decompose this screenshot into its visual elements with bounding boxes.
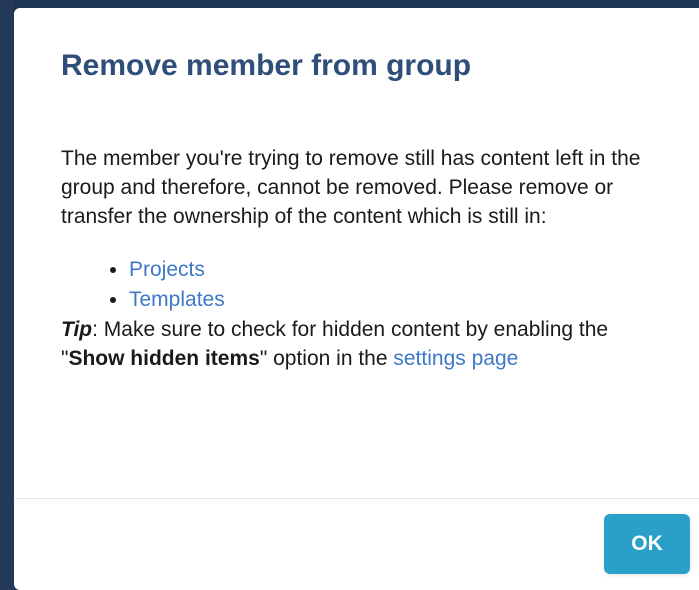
list-item: Projects bbox=[129, 255, 671, 285]
footer-divider bbox=[14, 498, 699, 499]
modal-backdrop bbox=[0, 0, 14, 590]
settings-page-link[interactable]: settings page bbox=[393, 347, 518, 370]
show-hidden-items-option: Show hidden items bbox=[68, 347, 260, 370]
content-location-list: Projects Templates bbox=[61, 255, 671, 315]
list-item: Templates bbox=[129, 285, 671, 315]
ok-button[interactable]: OK bbox=[604, 514, 690, 574]
dialog-title: Remove member from group bbox=[61, 49, 472, 82]
dialog-message: The member you're trying to remove still… bbox=[61, 147, 641, 228]
tip-text: Tip: Make sure to check for hidden conte… bbox=[61, 315, 671, 373]
tip-text-after: " option in the bbox=[259, 347, 394, 370]
templates-link[interactable]: Templates bbox=[129, 288, 225, 311]
dialog-body: The member you're trying to remove still… bbox=[61, 144, 671, 373]
projects-link[interactable]: Projects bbox=[129, 258, 205, 281]
remove-member-dialog: Remove member from group The member you'… bbox=[14, 8, 699, 590]
tip-label: Tip bbox=[61, 318, 93, 341]
